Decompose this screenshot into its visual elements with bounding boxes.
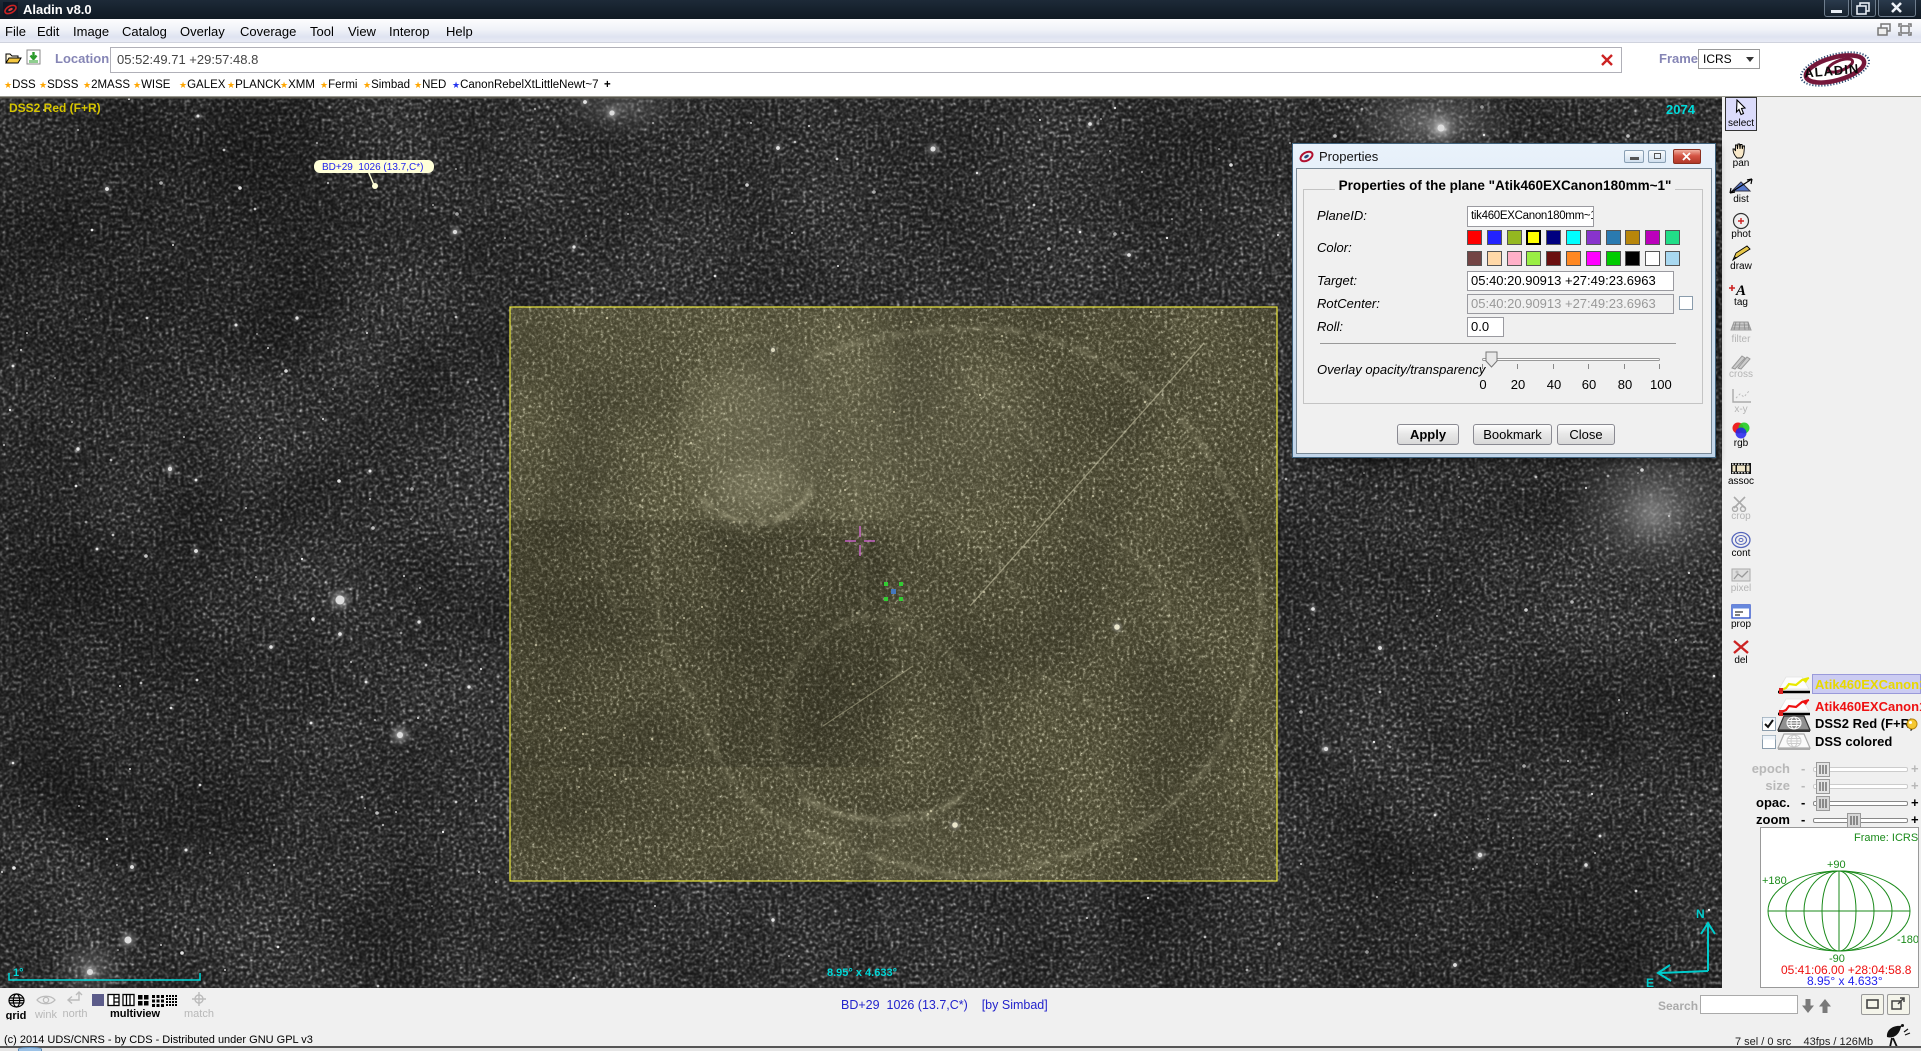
svg-text:DSS2 Red (F+R): DSS2 Red (F+R) (9, 101, 101, 115)
svg-text:BD+29 1026 (13.7,C*): BD+29 1026 (13.7,C*) (322, 162, 423, 173)
svg-text:-180: -180 (1897, 934, 1918, 946)
svg-text:2074: 2074 (1666, 102, 1696, 117)
svg-text:E: E (1646, 976, 1654, 988)
svg-text:N: N (1696, 907, 1705, 921)
svg-text:8.95° x 4.633°: 8.95° x 4.633° (827, 967, 897, 979)
svg-text:A: A (1735, 283, 1746, 298)
svg-text:+180: +180 (1762, 875, 1787, 887)
svg-text:8.95° x 4.633°: 8.95° x 4.633° (1807, 974, 1883, 987)
svg-text:+90: +90 (1827, 859, 1846, 871)
svg-text:1°: 1° (13, 967, 24, 979)
svg-text:Frame: ICRS: Frame: ICRS (1854, 832, 1918, 844)
svg-text:ALADIN: ALADIN (1804, 61, 1860, 81)
